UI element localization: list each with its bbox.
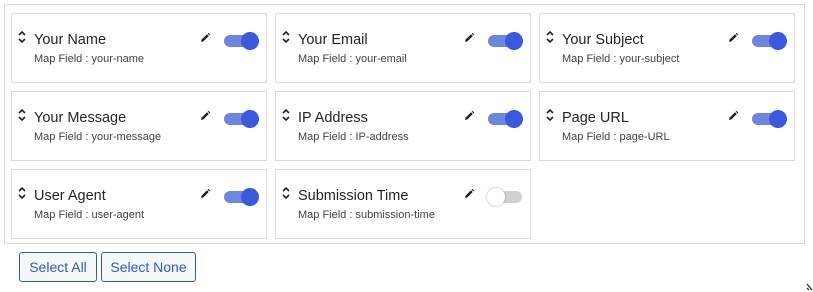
pencil-icon[interactable] <box>199 188 211 200</box>
field-card-page-url: Page URL Map Field : page-URL <box>539 91 795 161</box>
pencil-icon[interactable] <box>727 32 739 44</box>
field-title: Your Email <box>298 32 368 48</box>
field-card-your-subject: Your Subject Map Field : your-subject <box>539 13 795 83</box>
select-none-button[interactable]: Select None <box>101 252 196 282</box>
field-toggle[interactable] <box>224 109 260 128</box>
field-toggle[interactable] <box>752 31 788 50</box>
toggle-knob <box>769 32 787 50</box>
field-map-label: Map Field : your-name <box>34 53 145 65</box>
field-map-label: Map Field : page-URL <box>562 131 670 143</box>
field-title: IP Address <box>298 110 368 126</box>
sort-handle-icon[interactable] <box>17 108 27 122</box>
field-map-label: Map Field : your-subject <box>562 53 680 65</box>
field-card-your-message: Your Message Map Field : your-message <box>11 91 267 161</box>
field-toggle[interactable] <box>224 187 260 206</box>
field-card-your-email: Your Email Map Field : your-email <box>275 13 531 83</box>
select-all-button[interactable]: Select All <box>19 252 97 282</box>
field-map-label: Map Field : user-agent <box>34 209 145 221</box>
sort-handle-icon[interactable] <box>281 108 291 122</box>
field-card-user-agent: User Agent Map Field : user-agent <box>11 169 267 239</box>
sort-handle-icon[interactable] <box>545 30 555 44</box>
sort-handle-icon[interactable] <box>545 108 555 122</box>
field-title: Your Message <box>34 110 127 126</box>
field-title: Submission Time <box>298 188 409 204</box>
field-mapping-panel: Your Name Map Field : your-name Your Ema… <box>4 4 805 244</box>
pencil-icon[interactable] <box>199 32 211 44</box>
toggle-knob <box>505 110 523 128</box>
field-map-label: Map Field : your-email <box>298 53 407 65</box>
toggle-knob <box>487 188 505 206</box>
field-title: Your Name <box>34 32 107 48</box>
field-map-label: Map Field : submission-time <box>298 209 435 221</box>
field-toggle[interactable] <box>488 31 524 50</box>
sort-handle-icon[interactable] <box>17 186 27 200</box>
field-toggle[interactable] <box>487 187 524 206</box>
field-title: Your Subject <box>562 32 644 48</box>
resize-grip-icon[interactable] <box>806 282 813 292</box>
toggle-knob <box>241 188 259 206</box>
sort-handle-icon[interactable] <box>281 186 291 200</box>
pencil-icon[interactable] <box>463 110 475 122</box>
field-toggle[interactable] <box>488 109 524 128</box>
pencil-icon[interactable] <box>199 110 211 122</box>
field-map-label: Map Field : IP-address <box>298 131 409 143</box>
sort-handle-icon[interactable] <box>17 30 27 44</box>
field-toggle[interactable] <box>752 109 788 128</box>
toggle-knob <box>241 110 259 128</box>
field-card-your-name: Your Name Map Field : your-name <box>11 13 267 83</box>
toggle-knob <box>769 110 787 128</box>
pencil-icon[interactable] <box>463 188 475 200</box>
sort-handle-icon[interactable] <box>281 30 291 44</box>
field-title: Page URL <box>562 110 629 126</box>
field-card-submission-time: Submission Time Map Field : submission-t… <box>275 169 531 239</box>
field-card-ip-address: IP Address Map Field : IP-address <box>275 91 531 161</box>
toggle-knob <box>241 32 259 50</box>
field-toggle[interactable] <box>224 31 260 50</box>
pencil-icon[interactable] <box>463 32 475 44</box>
field-title: User Agent <box>34 188 106 204</box>
toggle-knob <box>505 32 523 50</box>
field-map-label: Map Field : your-message <box>34 131 162 143</box>
pencil-icon[interactable] <box>727 110 739 122</box>
